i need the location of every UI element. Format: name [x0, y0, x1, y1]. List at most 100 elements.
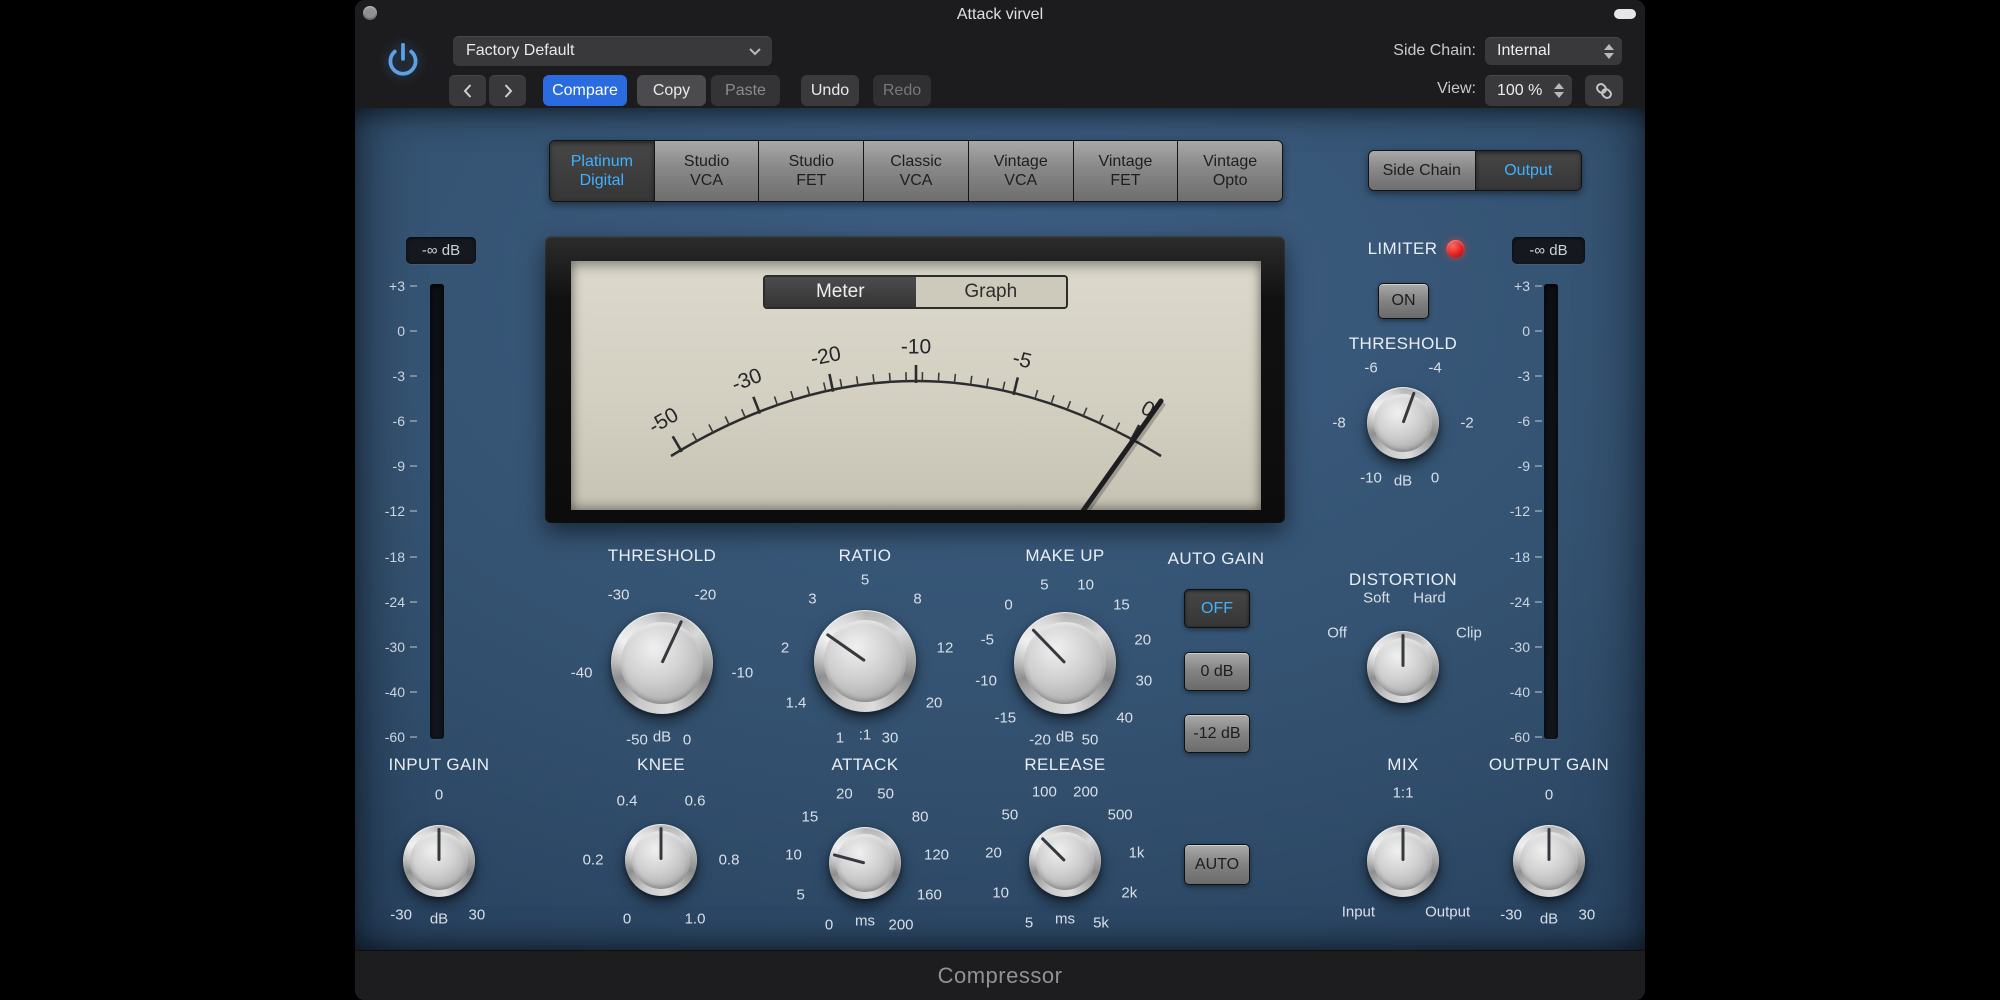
window-control-dot[interactable] — [363, 6, 377, 20]
previous-preset-button[interactable] — [449, 75, 486, 106]
limiter-led — [1446, 240, 1464, 258]
mix-dial[interactable] — [1367, 825, 1439, 897]
auto-gain-minus12db-button[interactable]: -12 dB — [1184, 714, 1250, 753]
meter-scale-row: -30 — [355, 639, 417, 655]
knob-scale-label: 30 — [882, 731, 899, 746]
output-gain-dial[interactable] — [1513, 825, 1585, 897]
knob-scale-label: 1 — [836, 731, 844, 746]
redo-button[interactable]: Redo — [873, 75, 931, 106]
makeup-dial[interactable] — [1014, 612, 1116, 714]
io-toggle-side-chain[interactable]: Side Chain — [1369, 151, 1476, 190]
ratio-dial[interactable] — [814, 610, 916, 712]
preset-label: Factory Default — [466, 42, 574, 60]
meter-tab-graph[interactable]: Graph — [916, 277, 1067, 307]
view-zoom-select[interactable]: 100 % — [1485, 75, 1572, 106]
knob-pointer — [438, 828, 441, 861]
meter-tab-meter[interactable]: Meter — [765, 277, 916, 307]
power-button[interactable] — [382, 40, 424, 82]
knob-pointer — [1402, 828, 1405, 861]
output-level-meter — [1544, 284, 1558, 739]
meter-scale-row: -24 — [355, 594, 417, 610]
knob-scale-label: 1.4 — [785, 696, 806, 711]
distortion-dial[interactable] — [1367, 631, 1439, 703]
knob-scale-label: 20 — [1134, 633, 1151, 648]
input-gain-dial[interactable] — [403, 825, 475, 897]
model-tab-studio-fet[interactable]: StudioFET — [759, 141, 864, 201]
threshold-dial[interactable] — [611, 612, 713, 714]
knob-scale-label: 5 — [796, 888, 804, 903]
paste-button[interactable]: Paste — [711, 75, 780, 106]
side-chain-select[interactable]: Internal — [1485, 37, 1622, 65]
knob-pointer — [1548, 828, 1551, 861]
knob-scale-label: 0 — [1004, 597, 1012, 612]
link-button[interactable] — [1585, 75, 1623, 106]
input-level-readout: -∞ dB — [406, 237, 476, 264]
knob-scale-label: 15 — [802, 809, 819, 824]
knob-scale-label: -20 — [695, 587, 717, 602]
attack-knob: 051015205080120160200ms — [770, 768, 960, 958]
knob-scale-label: Soft — [1363, 590, 1390, 605]
knob-scale-label: 15 — [1113, 597, 1130, 612]
chevron-right-icon — [502, 83, 514, 99]
io-toggle-output[interactable]: Output — [1476, 151, 1582, 190]
window-zoom-pill[interactable] — [1614, 9, 1636, 19]
limiter-on-button[interactable]: ON — [1378, 283, 1429, 319]
knob-unit-label: dB — [653, 730, 671, 745]
input-level-meter — [430, 284, 444, 739]
copy-button[interactable]: Copy — [637, 75, 706, 106]
auto-release-button[interactable]: AUTO — [1184, 844, 1250, 885]
meter-scale-row: 0 — [355, 323, 417, 339]
knob-scale-label: 5 — [1040, 577, 1048, 592]
link-icon — [1593, 80, 1615, 102]
knob-scale-label: 2 — [781, 641, 789, 656]
side-chain-label: Side Chain: — [1356, 42, 1476, 60]
model-tab-vintage-vca[interactable]: VintageVCA — [969, 141, 1074, 201]
knob-scale-label: 20 — [836, 787, 853, 802]
auto-gain-0db-button[interactable]: 0 dB — [1184, 652, 1250, 691]
knob-unit-label: :1 — [859, 728, 872, 743]
preset-dropdown[interactable]: Factory Default — [453, 36, 772, 66]
knob-scale-label: -2 — [1460, 416, 1473, 431]
meter-scale-row: -3 — [355, 368, 417, 384]
svg-text:-20: -20 — [809, 342, 843, 371]
knob-scale-label: 0 — [1431, 471, 1439, 486]
knob-scale-label: 20 — [926, 696, 943, 711]
meter-graph-tabs: MeterGraph — [763, 275, 1068, 309]
stepper-icon — [1554, 83, 1564, 98]
knob-scale-label: 5 — [861, 573, 869, 588]
limiter-title: LIMITER — [1368, 239, 1438, 259]
model-tab-vintage-opto[interactable]: VintageOpto — [1178, 141, 1282, 201]
meter-scale-row: -40 — [355, 684, 417, 700]
meter-scale-row: -9 — [355, 458, 417, 474]
next-preset-button[interactable] — [489, 75, 526, 106]
limiter-threshold-dial[interactable] — [1367, 387, 1439, 459]
meter-scale-row: -18 — [355, 549, 417, 565]
model-tab-studio-vca[interactable]: StudioVCA — [655, 141, 760, 201]
knob-scale-label: 160 — [917, 888, 942, 903]
knob-scale-label: 1:1 — [1393, 786, 1414, 801]
compare-button[interactable]: Compare — [543, 75, 627, 106]
knob-pointer — [1402, 634, 1405, 667]
knob-scale-label: Off — [1327, 626, 1347, 641]
knob-scale-label: 50 — [1082, 733, 1099, 748]
knee-dial[interactable] — [625, 824, 697, 896]
knob-scale-label: 8 — [913, 592, 921, 607]
knob-scale-label: 0 — [1545, 788, 1553, 803]
auto-gain-off-button[interactable]: OFF — [1184, 589, 1250, 628]
knob-unit-label: dB — [1056, 730, 1074, 745]
attack-dial[interactable] — [829, 827, 901, 899]
chevron-down-icon — [748, 47, 762, 56]
knob-scale-label: 5k — [1093, 916, 1109, 931]
plugin-name-label: Compressor — [938, 963, 1063, 989]
model-tab-classic-vca[interactable]: ClassicVCA — [864, 141, 969, 201]
model-tab-platinum-digital[interactable]: PlatinumDigital — [550, 141, 655, 201]
knob-scale-label: 0.4 — [617, 794, 638, 809]
knob-scale-label: 5 — [1025, 916, 1033, 931]
model-tab-vintage-fet[interactable]: VintageFET — [1074, 141, 1179, 201]
knob-scale-label: 200 — [888, 918, 913, 933]
svg-text:-50: -50 — [645, 403, 683, 438]
knob-pointer — [660, 827, 663, 860]
release-dial[interactable] — [1029, 825, 1101, 897]
undo-button[interactable]: Undo — [801, 75, 859, 106]
knob-unit-label: ms — [855, 914, 875, 929]
